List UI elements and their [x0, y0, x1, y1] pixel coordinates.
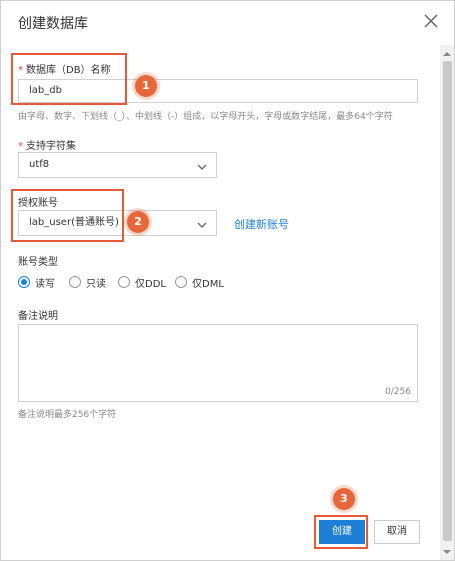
remark-textarea[interactable]: 0/256	[18, 324, 418, 402]
remark-hint: 备注说明最多256个字符	[18, 410, 117, 420]
radio-dot	[69, 276, 81, 288]
account-type-label: 账号类型	[18, 257, 58, 268]
cancel-button[interactable]: 取消	[374, 520, 420, 544]
chevron-down-icon	[196, 217, 208, 229]
chevron-down-icon	[196, 159, 208, 171]
close-icon[interactable]	[421, 11, 441, 31]
radio-dot	[18, 276, 30, 288]
radio-label: 只读	[86, 279, 106, 290]
dialog-header: 创建数据库	[1, 1, 454, 45]
annotation-badge-1: 1	[135, 75, 157, 97]
remark-label: 备注说明	[18, 311, 58, 322]
charset-select[interactable]: utf8	[18, 152, 217, 178]
charset-label-text: 支持字符集	[26, 141, 76, 152]
dialog-title: 创建数据库	[18, 16, 88, 32]
annotation-badge-3: 3	[333, 488, 355, 510]
scrollbar-thumb[interactable]	[443, 61, 452, 541]
charset-selected-value: utf8	[29, 159, 50, 170]
required-mark: *	[18, 141, 23, 152]
radio-label: 仅DML	[192, 279, 224, 290]
radio-dot	[175, 276, 187, 288]
create-new-account-link[interactable]: 创建新账号	[234, 216, 289, 232]
annotation-box-db-name	[11, 53, 127, 105]
annotation-badge-2: 2	[127, 211, 149, 233]
create-database-dialog: 创建数据库 * 数据库（DB）名称 lab_db 由字母、数字、下划线（_）、中划…	[0, 0, 455, 561]
radio-dot	[118, 276, 130, 288]
scroll-down-icon[interactable]	[442, 546, 452, 556]
scroll-up-icon[interactable]	[442, 48, 452, 58]
annotation-box-create	[314, 515, 368, 549]
db-name-hint: 由字母、数字、下划线（_）、中划线（-）组成，以字母开头，字母或数字结尾，最多6…	[18, 112, 393, 122]
remark-char-counter: 0/256	[385, 387, 411, 397]
charset-label: * 支持字符集	[18, 137, 76, 152]
annotation-box-auth-account	[11, 189, 124, 242]
radio-label: 读写	[35, 279, 55, 290]
radio-label: 仅DDL	[135, 279, 166, 290]
